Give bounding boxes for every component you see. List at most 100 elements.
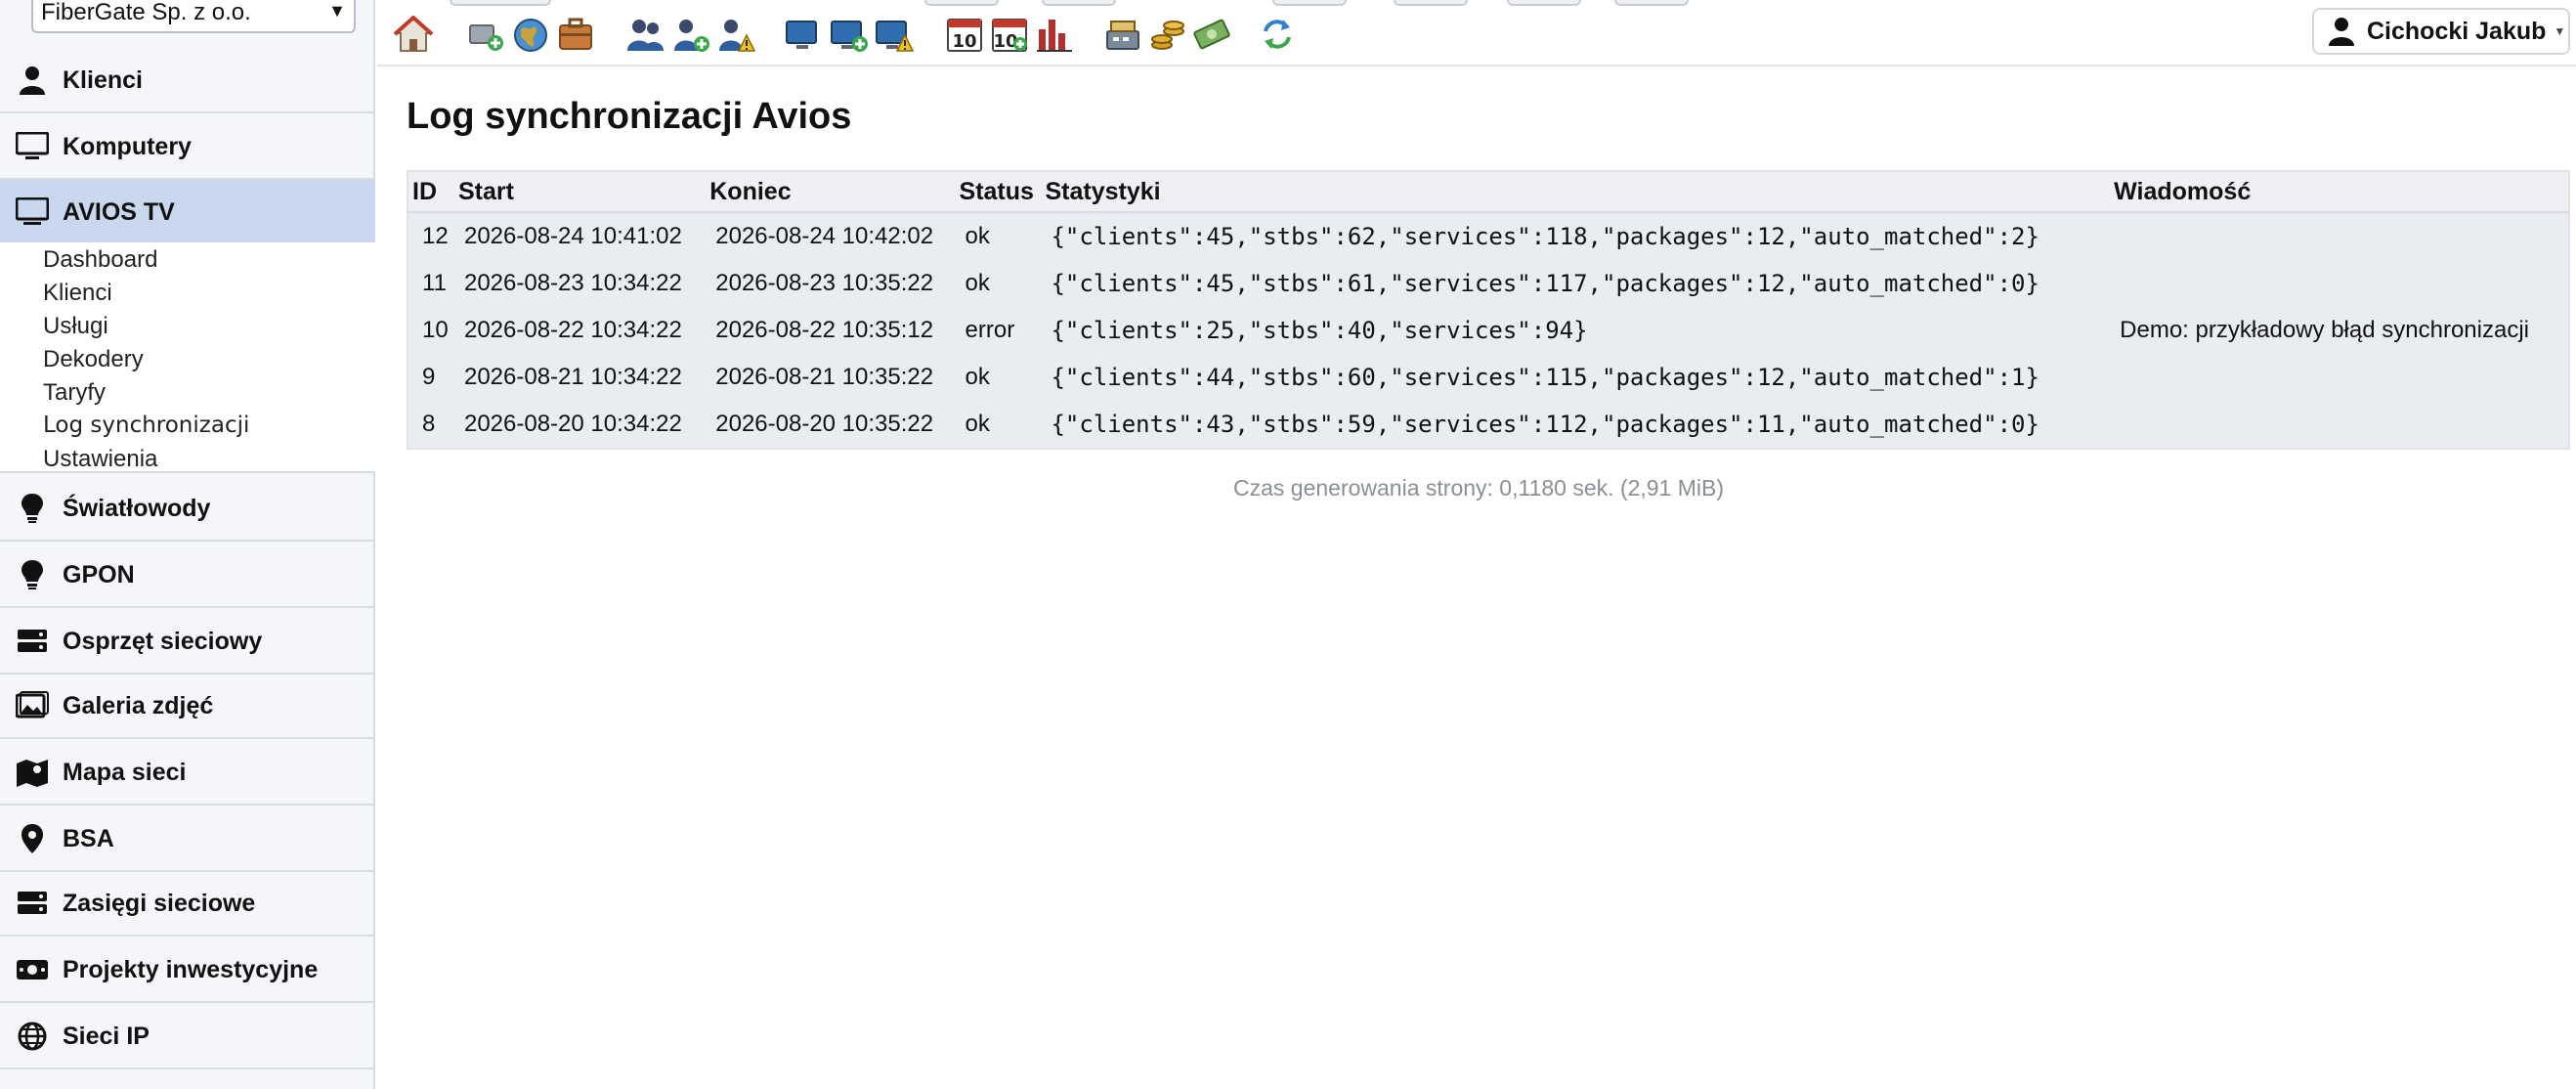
page-title: Log synchronizacji Avios [407,96,852,137]
add-user-icon[interactable] [670,12,711,53]
column-header-end: Koniec [706,171,956,213]
subnav-dekodery[interactable]: Dekodery [43,346,144,373]
cell-status: ok [955,260,1042,307]
toolbar-group-home [393,12,434,59]
cell-stats: {"clients":45,"stbs":61,"services":117,"… [1041,260,2111,307]
cell-id: 9 [408,354,454,401]
tab-stub[interactable] [450,0,551,6]
cash-register-icon[interactable] [1102,12,1143,53]
table-row: 10 2026-08-22 10:34:22 2026-08-22 10:35:… [408,307,2569,354]
company-select[interactable]: FiberGate Sp. z o.o. ▼ [31,0,356,33]
subnav-taryfy[interactable]: Taryfy [43,379,106,407]
users-icon[interactable] [625,12,666,53]
cell-message [2110,212,2569,260]
nav-item-galeria-zdjec[interactable]: Galeria zdjęć [0,675,375,739]
column-header-start: Start [453,171,707,213]
toolbar-group-sync [1257,12,1298,59]
nav-item-bsa[interactable]: BSA [0,807,375,872]
nav-label: GPON [63,560,135,588]
map-pin-icon [16,822,49,855]
image-icon [16,689,49,722]
cell-end: 2026-08-22 10:35:12 [706,307,956,354]
monitor-icon [16,130,49,163]
computer-icon[interactable] [784,12,825,53]
cell-start: 2026-08-21 10:34:22 [453,354,707,401]
cell-message: Demo: przykładowy błąd synchronizacji [2110,307,2569,354]
svg-text:10: 10 [952,31,976,52]
lightbulb-icon [16,492,49,525]
user-menu-button[interactable]: Cichocki Jakub ▼ [2312,8,2570,55]
user-icon [16,64,49,97]
home-icon[interactable] [393,12,434,53]
nav-item-gpon[interactable]: GPON [0,544,375,608]
nav-label: Zasięgi sieciowe [63,889,256,917]
toolbar: 10 10 Cichocki Jakub ▼ [377,0,2576,66]
computer-warning-icon[interactable] [874,12,915,53]
nav-item-zasiegi-sieciowe[interactable]: Zasięgi sieciowe [0,872,375,937]
globe-icon[interactable] [510,12,551,53]
cell-status: ok [955,212,1042,260]
subnav-uslugi[interactable]: Usługi [43,313,108,340]
nav-item-mapa-sieci[interactable]: Mapa sieci [0,741,375,806]
nav-item-swiatlowody[interactable]: Światłowody [0,477,375,542]
globe-icon [16,1020,49,1053]
nav-label: BSA [63,824,114,852]
cell-end: 2026-08-24 10:42:02 [706,212,956,260]
nav-label: Projekty inwestycyjne [63,955,319,983]
calendar-icon[interactable]: 10 [944,12,985,53]
subnav-ustawienia[interactable]: Ustawienia [43,446,157,473]
map-icon [16,756,49,789]
cell-status: error [955,307,1042,354]
briefcase-icon[interactable] [555,12,596,53]
nav-item-projekty-inwestycyjne[interactable]: Projekty inwestycyjne [0,938,375,1003]
tab-stub[interactable] [1042,0,1116,6]
user-warning-icon[interactable] [715,12,756,53]
money-icon[interactable] [1192,12,1233,53]
add-computer-icon[interactable] [829,12,870,53]
server-icon [16,625,49,658]
server-icon [16,887,49,920]
nav-item-avios-tv[interactable]: AVIOS TV [0,180,375,244]
cell-id: 8 [408,401,454,449]
nav-item-klienci[interactable]: Klienci [0,49,375,113]
company-select-value: FiberGate Sp. z o.o. [41,0,251,25]
cell-end: 2026-08-21 10:35:22 [706,354,956,401]
column-header-message: Wiadomość [2110,171,2569,213]
cell-end: 2026-08-20 10:35:22 [706,401,956,449]
nav-label: Światłowody [63,494,211,522]
tv-icon [16,196,49,229]
add-calendar-icon[interactable]: 10 [989,12,1030,53]
nav-label: Galeria zdjęć [63,691,214,719]
add-network-icon[interactable] [465,12,506,53]
column-header-status: Status [955,171,1042,213]
table-header-row: ID Start Koniec Status Statystyki Wiadom… [408,171,2569,213]
user-name: Cichocki Jakub [2367,17,2547,45]
tab-stub[interactable] [1394,0,1468,6]
nav-label: Osprzęt sieciowy [63,627,263,655]
nav-label: AVIOS TV [63,197,175,226]
chart-icon[interactable] [1034,12,1075,53]
column-header-id: ID [408,171,454,213]
nav-item-osprzet-sieciowy[interactable]: Osprzęt sieciowy [0,610,375,675]
tab-stub[interactable] [1507,0,1581,6]
cell-message [2110,260,2569,307]
subnav-log-synchronizacji[interactable]: Log synchronizacji [43,413,249,438]
subnav-klienci[interactable]: Klienci [43,280,112,307]
table-row: 12 2026-08-24 10:41:02 2026-08-24 10:42:… [408,212,2569,260]
toolbar-group-finance [1102,12,1233,59]
money-bill-icon [16,953,49,986]
nav-item-komputery[interactable]: Komputery [0,115,375,180]
toolbar-group-users [625,12,756,59]
toolbar-group-calendar: 10 10 [944,12,1075,59]
tab-stub[interactable] [924,0,999,6]
cell-end: 2026-08-23 10:35:22 [706,260,956,307]
table-row: 8 2026-08-20 10:34:22 2026-08-20 10:35:2… [408,401,2569,449]
sync-icon[interactable] [1257,12,1298,53]
subnav-dashboard[interactable]: Dashboard [43,246,157,274]
sidebar: FiberGate Sp. z o.o. ▼ Klienci Komputery… [0,0,375,1089]
tab-stub[interactable] [1272,0,1347,6]
cell-status: ok [955,401,1042,449]
nav-item-sieci-ip[interactable]: Sieci IP [0,1005,375,1069]
coins-icon[interactable] [1147,12,1188,53]
tab-stub[interactable] [1614,0,1689,6]
